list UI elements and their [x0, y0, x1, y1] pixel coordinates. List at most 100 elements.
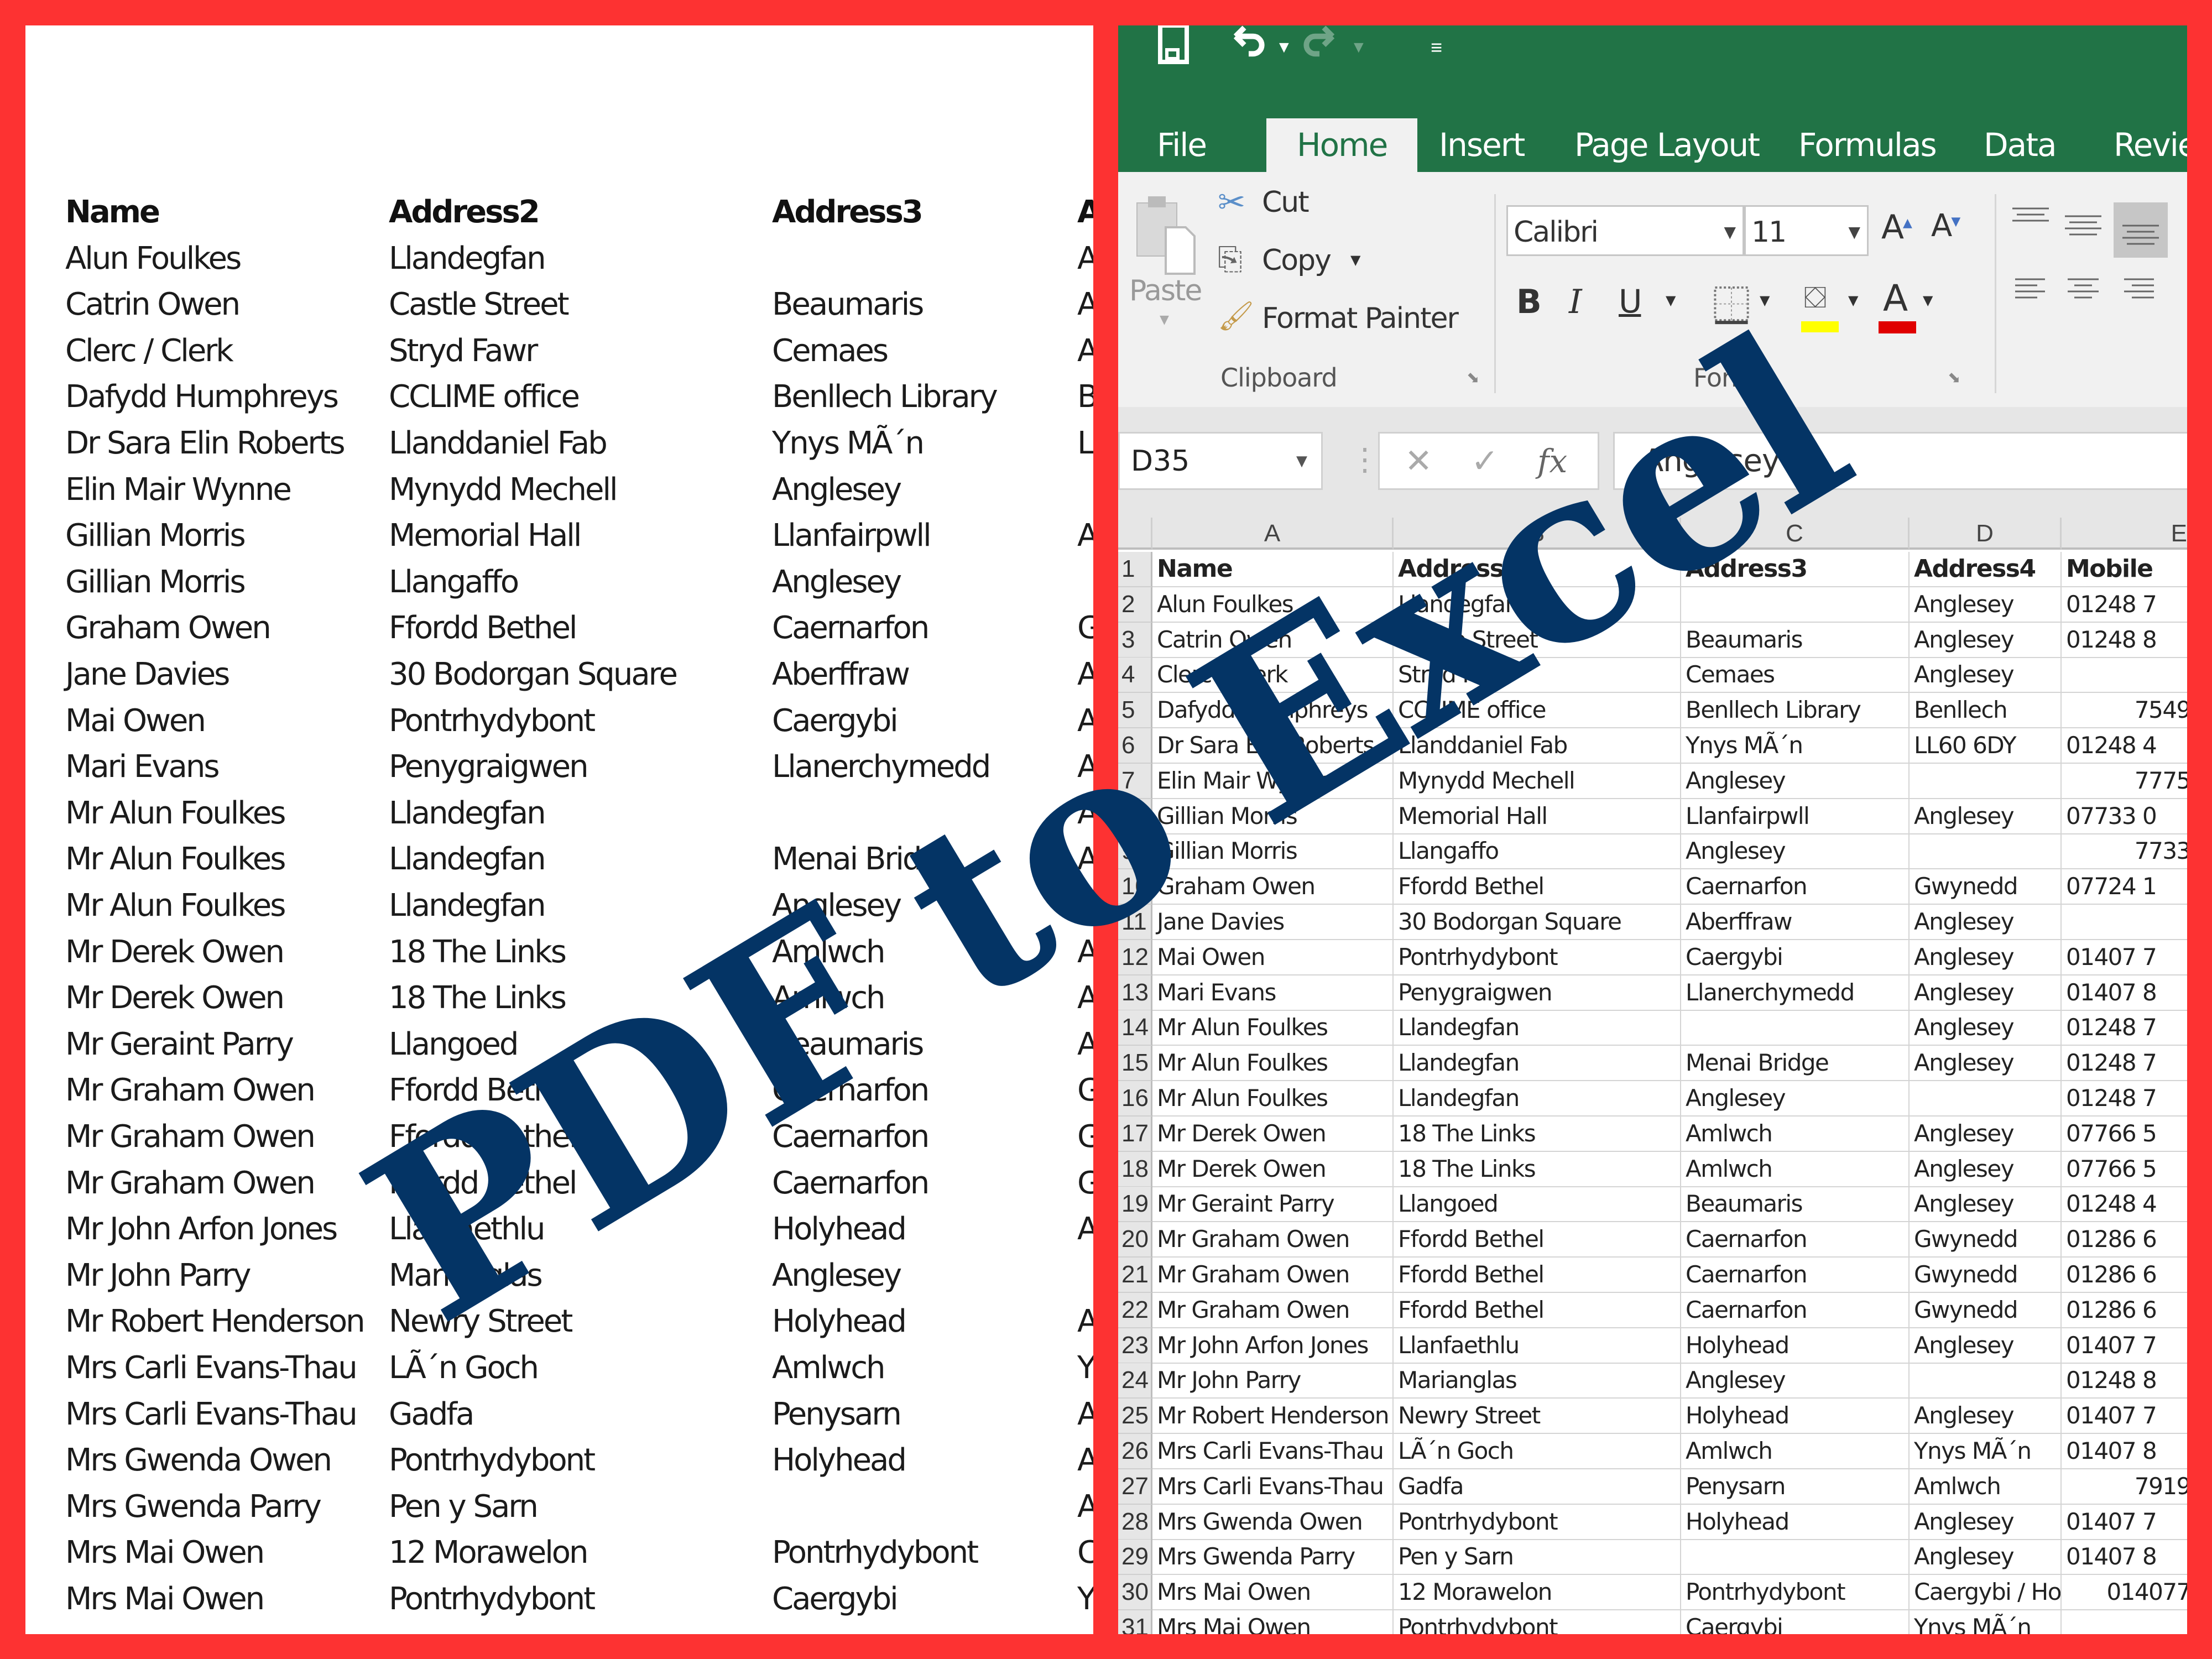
align-left-icon[interactable] [2014, 277, 2047, 305]
row-header[interactable]: 25 [1118, 1399, 1152, 1434]
row-header[interactable]: 16 [1118, 1081, 1152, 1117]
tab-file[interactable]: File [1157, 118, 1207, 172]
cell[interactable]: Mr Graham Owen [1152, 1292, 1394, 1328]
cell[interactable] [1910, 1363, 2062, 1399]
cell[interactable]: 01248 7 [2062, 1081, 2187, 1117]
cell[interactable]: Aberffraw [1681, 905, 1910, 940]
row-header[interactable]: 14 [1118, 1010, 1152, 1046]
bold-button[interactable]: B [1516, 283, 1542, 321]
undo-icon[interactable] [1229, 25, 1267, 67]
cell[interactable]: 01407 7 [2062, 1328, 2187, 1364]
row-header[interactable]: 23 [1118, 1328, 1152, 1364]
cell[interactable]: Anglesey [1910, 1151, 2062, 1187]
cell[interactable]: 18 The Links [1394, 1151, 1681, 1187]
tab-page-layout[interactable]: Page Layout [1574, 118, 1760, 172]
cell[interactable]: 30 Bodorgan Square [1394, 905, 1681, 940]
italic-button[interactable]: I [1569, 283, 1582, 321]
drag-handle-icon[interactable]: ⋮ [1349, 440, 1380, 479]
copy-button[interactable]: ⎘ Copy ▼ [1218, 241, 1384, 285]
row-header[interactable]: 17 [1118, 1116, 1152, 1152]
cell[interactable]: Anglesey [1910, 1187, 2062, 1223]
cell[interactable] [1910, 834, 2062, 870]
cell[interactable] [2062, 905, 2187, 940]
cell[interactable]: Anglesey [1910, 975, 2062, 1011]
cell[interactable]: Mrs Carli Evans-Thau [1152, 1469, 1394, 1505]
cell[interactable]: Beaumaris [1681, 1187, 1910, 1223]
font-name-select[interactable]: Calibri ▼ [1506, 205, 1744, 256]
cell[interactable]: Llanerchymedd [1681, 975, 1910, 1011]
cell[interactable]: Pontrhydybont [1394, 940, 1681, 975]
cell[interactable]: Llandegfan [1394, 1046, 1681, 1082]
row-header[interactable]: 22 [1118, 1292, 1152, 1328]
cell[interactable]: 07733 0 [2062, 799, 2187, 834]
row-header[interactable]: 28 [1118, 1504, 1152, 1540]
row-header[interactable]: 31 [1118, 1610, 1152, 1634]
cell[interactable]: Llandegfan [1394, 1010, 1681, 1046]
align-bottom-button[interactable] [2114, 202, 2168, 258]
cell[interactable]: Caernarfon [1681, 869, 1910, 905]
cell[interactable]: Pontrhydybont [1394, 1610, 1681, 1634]
cell[interactable]: 01407 8 [2062, 975, 2187, 1011]
row-header[interactable]: 20 [1118, 1222, 1152, 1258]
cell[interactable]: Anglesey [1910, 1504, 2062, 1540]
cell[interactable]: 01407 8 [2062, 1540, 2187, 1575]
cell[interactable]: Mr Alun Foulkes [1152, 1046, 1394, 1082]
row-header[interactable]: 18 [1118, 1151, 1152, 1187]
chevron-down-icon[interactable]: ▼ [1296, 434, 1307, 489]
cell[interactable]: Anglesey [1910, 1116, 2062, 1152]
row-header[interactable]: 1 [1118, 552, 1152, 587]
row-header[interactable]: 30 [1118, 1575, 1152, 1611]
cell[interactable]: Penygraigwen [1394, 975, 1681, 1011]
cell[interactable]: Mr Robert Henderson [1152, 1399, 1394, 1434]
cell[interactable]: Anglesey [1910, 1046, 2062, 1082]
cell[interactable]: Caergybi / Ho [1910, 1575, 2062, 1611]
cell[interactable]: 01248 7 [2062, 1010, 2187, 1046]
cell[interactable]: Ynys MÃ´n [1681, 728, 1910, 764]
cell[interactable]: Amlwch [1681, 1434, 1910, 1469]
cell[interactable]: Amlwch [1681, 1116, 1910, 1152]
cell[interactable]: Mr Derek Owen [1152, 1116, 1394, 1152]
fill-color-button[interactable]: ⛋ [1801, 280, 1840, 335]
tab-insert[interactable]: Insert [1439, 118, 1525, 172]
cell[interactable]: Llanfairpwll [1681, 799, 1910, 834]
paste-button[interactable]: Paste ▼ [1129, 189, 1202, 354]
cell[interactable]: 01407 8 [2062, 1434, 2187, 1469]
cell[interactable]: Pen y Sarn [1394, 1540, 1681, 1575]
column-header-d[interactable]: D [1910, 518, 2062, 550]
align-right-icon[interactable] [2122, 277, 2155, 305]
name-box[interactable]: D35 ▼ [1118, 432, 1323, 490]
cell[interactable]: Amlwch [1681, 1151, 1910, 1187]
cell[interactable]: Cemaes [1681, 658, 1910, 693]
cell[interactable]: Holyhead [1681, 1504, 1910, 1540]
cell[interactable]: Memorial Hall [1394, 799, 1681, 834]
cell[interactable]: Anglesey [1910, 1399, 2062, 1434]
cell[interactable] [1681, 1540, 1910, 1575]
row-header[interactable]: 21 [1118, 1258, 1152, 1293]
cell[interactable]: Gwynedd [1910, 1258, 2062, 1293]
cell[interactable]: Anglesey [1910, 940, 2062, 975]
cell[interactable]: Menai Bridge [1681, 1046, 1910, 1082]
tab-home[interactable]: Home [1266, 118, 1418, 172]
align-top-icon[interactable] [2011, 205, 2050, 238]
cell[interactable] [1681, 1010, 1910, 1046]
cell[interactable]: 07766 5 [2062, 1117, 2187, 1152]
cell[interactable]: Mr Graham Owen [1152, 1258, 1394, 1293]
cell[interactable]: Caernarfon [1681, 1222, 1910, 1258]
cell[interactable]: Llangoed [1394, 1187, 1681, 1223]
align-center-icon[interactable] [2067, 277, 2100, 305]
cell[interactable]: 01248 8 [2062, 623, 2187, 658]
cell[interactable]: Anglesey [1910, 905, 2062, 940]
cell[interactable]: 18 The Links [1394, 1116, 1681, 1152]
font-color-dropdown-icon[interactable]: ▼ [1923, 293, 1933, 308]
row-header[interactable]: 29 [1118, 1540, 1152, 1575]
cell[interactable]: Anglesey [1910, 622, 2062, 658]
column-header-e[interactable]: E [2062, 518, 2187, 550]
cell[interactable]: 01248 4 [2062, 728, 2187, 764]
cell[interactable]: Anglesey [1910, 1010, 2062, 1046]
cell[interactable]: Caernarfon [1681, 1292, 1910, 1328]
cell[interactable]: Anglesey [1681, 834, 1910, 870]
cell[interactable]: Mari Evans [1152, 975, 1394, 1011]
cell[interactable]: Holyhead [1681, 1399, 1910, 1434]
row-header[interactable]: 24 [1118, 1363, 1152, 1399]
cell[interactable]: Anglesey [1910, 1540, 2062, 1575]
